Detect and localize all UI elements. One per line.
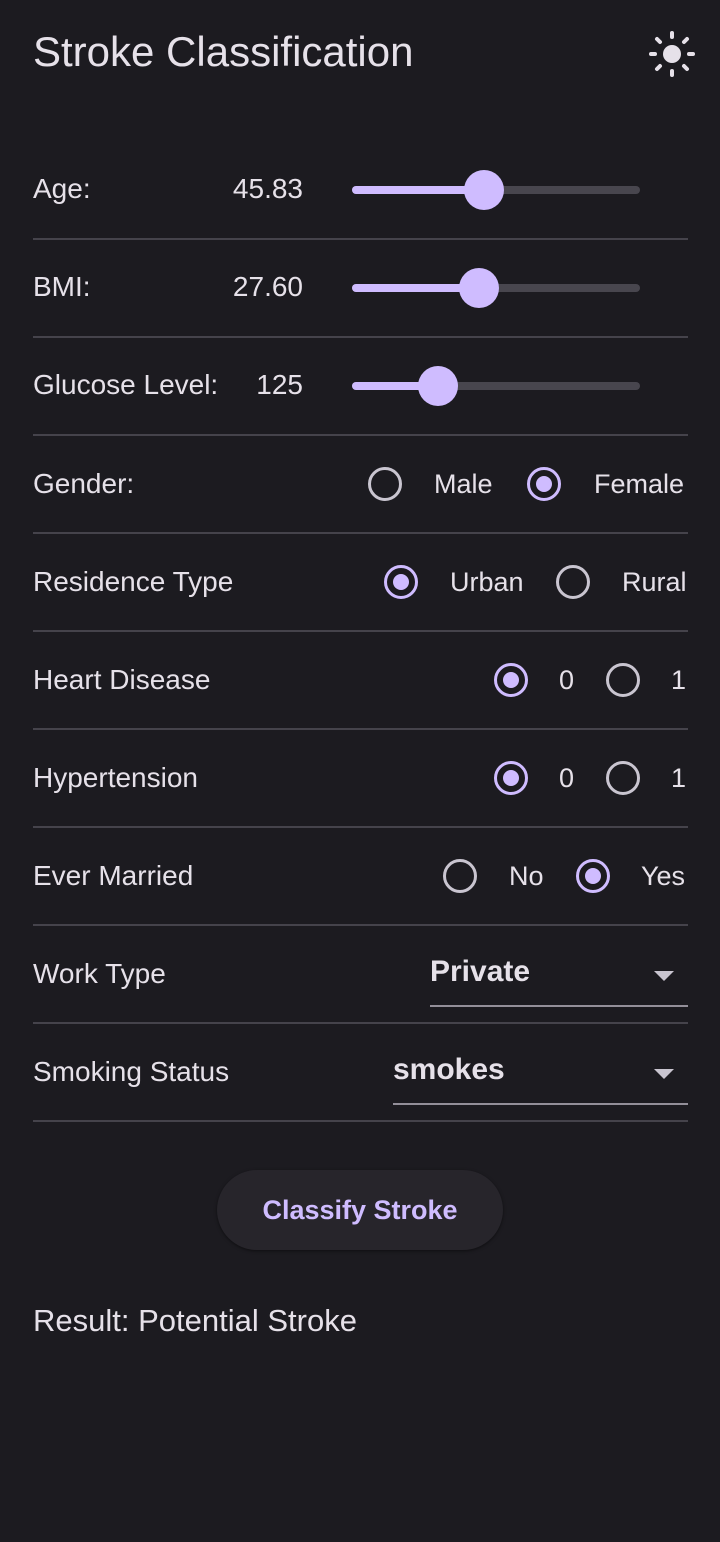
- age-label: Age:: [33, 173, 91, 204]
- residence-row: Residence Type Urban Rural: [33, 534, 688, 632]
- heart-disease-label: Heart Disease: [33, 664, 211, 695]
- age-slider[interactable]: [352, 170, 640, 210]
- heart-disease-1-label: 1: [671, 665, 687, 695]
- gender-male-radio[interactable]: [368, 467, 402, 501]
- hypertension-0-radio[interactable]: [494, 761, 528, 795]
- sun-icon: [649, 31, 695, 77]
- glucose-value: 125: [256, 369, 303, 400]
- hypertension-1-label: 1: [671, 763, 687, 793]
- smoking-row: Smoking Status smokes: [33, 1024, 688, 1122]
- age-slider-thumb[interactable]: [464, 170, 505, 210]
- work-type-row: Work Type Private: [33, 926, 688, 1024]
- age-value: 45.83: [232, 173, 303, 204]
- residence-rural-radio[interactable]: [556, 565, 590, 599]
- residence-label: Residence Type: [33, 566, 234, 597]
- ever-married-no-label: No: [509, 861, 544, 891]
- result-text: Result: Potential Stroke: [33, 1303, 357, 1338]
- ever-married-row: Ever Married No Yes: [33, 828, 688, 926]
- classify-stroke-button[interactable]: Classify Stroke: [217, 1170, 503, 1250]
- dropdown-arrow-icon: [654, 1069, 674, 1079]
- age-row: Age: 45.83: [33, 142, 688, 240]
- hypertension-row: Hypertension 0 1: [33, 730, 688, 828]
- heart-disease-row: Heart Disease 0 1: [33, 632, 688, 730]
- ever-married-label: Ever Married: [33, 860, 194, 891]
- bmi-value: 27.60: [232, 271, 303, 302]
- heart-disease-0-radio[interactable]: [494, 663, 528, 697]
- residence-rural-label: Rural: [622, 567, 687, 597]
- ever-married-yes-label: Yes: [641, 861, 686, 891]
- hypertension-0-label: 0: [559, 763, 575, 793]
- page-title: Stroke Classification: [33, 28, 414, 75]
- smoking-label: Smoking Status: [33, 1056, 230, 1087]
- gender-label: Gender:: [33, 468, 135, 499]
- glucose-row: Glucose Level: 125: [33, 338, 688, 436]
- smoking-dropdown[interactable]: smokes: [393, 1053, 688, 1105]
- heart-disease-0-label: 0: [559, 665, 575, 695]
- work-type-dropdown[interactable]: Private: [430, 955, 688, 1007]
- heart-disease-1-radio[interactable]: [606, 663, 640, 697]
- work-type-selected: Private: [430, 955, 531, 988]
- bmi-row: BMI: 27.60: [33, 240, 688, 338]
- gender-row: Gender: Male Female: [33, 436, 688, 534]
- bmi-slider-thumb[interactable]: [458, 268, 499, 308]
- bmi-label: BMI:: [33, 271, 91, 302]
- work-type-label: Work Type: [33, 958, 166, 989]
- gender-female-radio[interactable]: [527, 467, 561, 501]
- glucose-slider[interactable]: [352, 366, 640, 406]
- glucose-label: Glucose Level:: [33, 369, 219, 400]
- app-bar: Stroke Classification: [0, 0, 720, 106]
- bmi-slider[interactable]: [352, 268, 640, 308]
- ever-married-no-radio[interactable]: [443, 859, 477, 893]
- hypertension-label: Hypertension: [33, 762, 198, 793]
- hypertension-1-radio[interactable]: [606, 761, 640, 795]
- ever-married-yes-radio[interactable]: [576, 859, 610, 893]
- gender-female-label: Female: [594, 469, 685, 499]
- gender-male-label: Male: [434, 469, 493, 499]
- glucose-slider-thumb[interactable]: [418, 366, 459, 406]
- residence-urban-radio[interactable]: [384, 565, 418, 599]
- smoking-selected: smokes: [393, 1053, 505, 1086]
- residence-urban-label: Urban: [450, 567, 524, 597]
- dropdown-arrow-icon: [654, 971, 674, 981]
- theme-toggle-button[interactable]: [644, 26, 700, 82]
